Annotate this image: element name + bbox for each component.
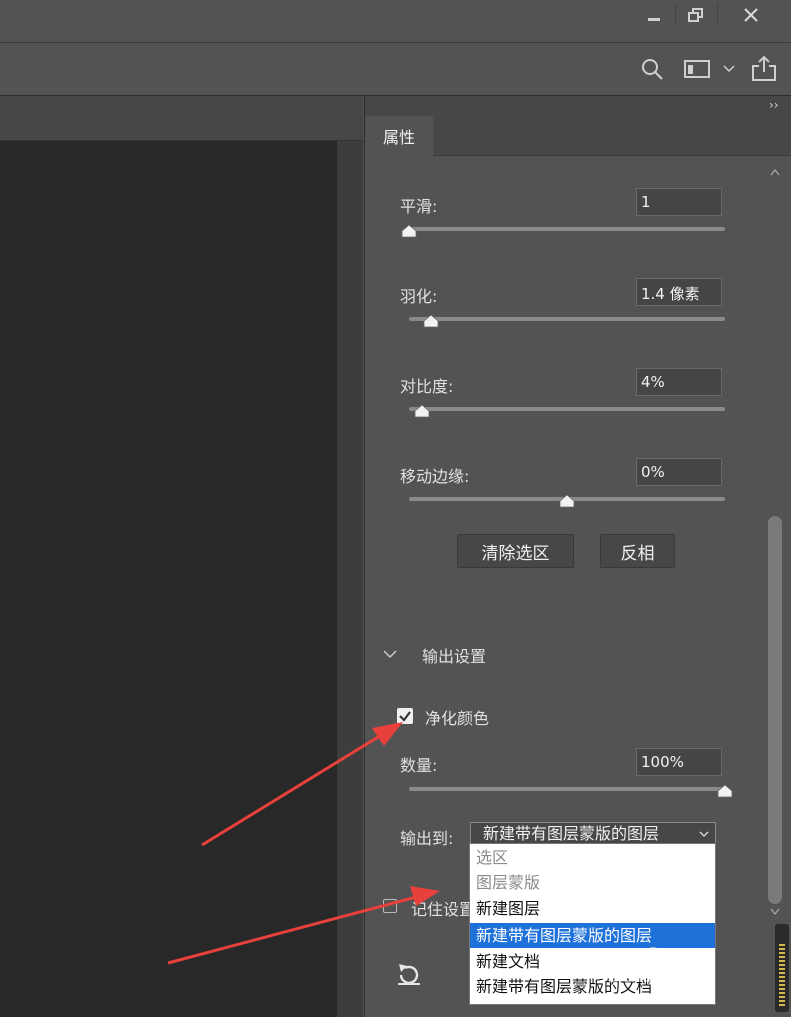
slider-thumb-icon [401,224,417,238]
workspace-icon [684,60,710,78]
share-icon [752,55,776,81]
minimize-button[interactable] [634,0,674,30]
close-icon [744,8,758,22]
invert-button[interactable]: 反相 [600,534,675,568]
output-to-select[interactable]: 新建带有图层蒙版的图层 [470,822,716,844]
document-tab-strip [0,96,363,141]
smooth-label: 平滑: [400,197,438,216]
title-bar [0,0,791,43]
dropdown-option: 选区 [476,848,509,867]
shift-edge-slider-thumb[interactable] [559,493,575,512]
smooth-input[interactable]: 1 [636,188,722,216]
shift-edge-label: 移动边缘: [400,467,470,486]
canvas-area [0,96,363,1017]
workspace-button[interactable] [681,55,713,83]
amount-label: 数量: [400,756,438,775]
decontaminate-label[interactable]: 净化颜色 [425,705,489,729]
panel-scroll-thumb[interactable] [768,516,782,904]
contrast-slider-thumb[interactable] [414,403,430,422]
reset-icon[interactable] [395,962,423,988]
smooth-slider-track[interactable] [409,227,725,231]
collapse-panel-icon[interactable]: ›› [769,98,779,112]
panel-header: ›› [365,96,791,116]
amount-slider-track[interactable] [409,787,725,791]
options-bar [0,43,791,96]
level-meter [775,924,789,1012]
slider-thumb-icon [423,314,439,328]
feather-slider-thumb[interactable] [423,313,439,332]
document-canvas[interactable] [0,141,337,1017]
panel-tab-row: 属性 [365,116,791,156]
canvas-scrollbar[interactable] [337,141,363,1017]
scroll-up-icon[interactable] [770,168,780,176]
feather-input[interactable]: 1.4 像素 [636,278,722,306]
slider-thumb-icon [717,784,733,798]
search-button[interactable] [638,55,666,83]
checkmark-icon [399,711,411,722]
slider-thumb-icon [559,494,575,508]
share-button[interactable] [749,52,779,84]
dropdown-option[interactable]: 新建图层 [470,896,715,921]
search-icon [642,59,663,80]
chevron-down-icon[interactable] [383,649,397,659]
output-to-label: 输出到: [400,829,454,848]
shift-edge-input[interactable]: 0% [636,458,722,486]
feather-slider-track[interactable] [409,317,725,321]
watermark-text: Baidu经验 [607,963,714,988]
decontaminate-checkbox[interactable] [397,708,413,724]
restore-button[interactable] [676,0,716,30]
slider-thumb-icon [414,404,430,418]
clear-selection-button[interactable]: 清除选区 [457,534,574,568]
restore-icon [688,8,703,22]
watermark: Baidu经验 [607,944,747,988]
feather-label: 羽化: [400,287,438,306]
amount-input[interactable]: 100% [636,748,722,776]
smooth-slider-thumb[interactable] [401,223,417,242]
contrast-input[interactable]: 4% [636,368,722,396]
output-settings-title[interactable]: 输出设置 [422,643,486,667]
amount-slider-thumb[interactable] [717,783,733,802]
remember-settings-label[interactable]: 记住设置 [411,896,475,920]
contrast-slider-track[interactable] [409,407,725,411]
dropdown-option: 图层蒙版 [476,873,541,892]
remember-settings-checkbox[interactable] [383,899,397,913]
minimize-icon [648,18,660,21]
output-to-value: 新建带有图层蒙版的图层 [483,824,660,843]
scroll-down-icon[interactable] [770,908,780,916]
chevron-down-icon [723,65,735,73]
workspace-dropdown[interactable] [721,61,737,77]
chevron-down-icon [699,831,709,837]
close-button[interactable] [718,0,784,30]
contrast-label: 对比度: [400,377,454,396]
tab-properties[interactable]: 属性 [365,116,433,156]
